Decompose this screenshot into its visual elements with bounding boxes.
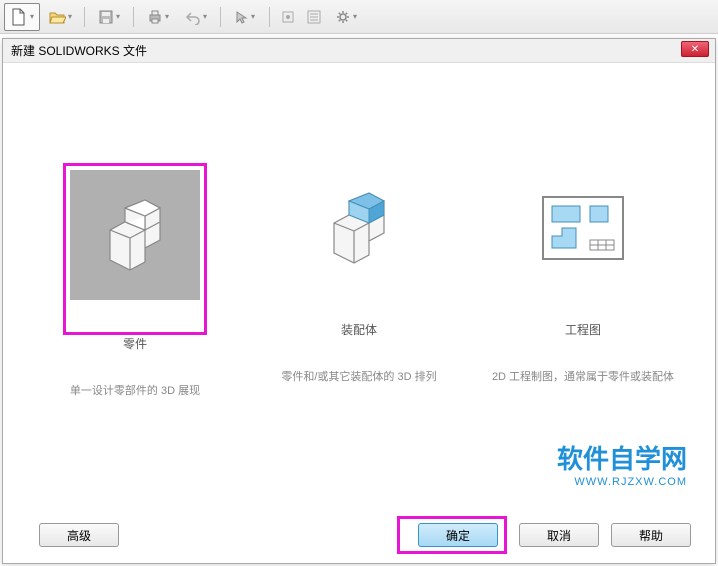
print-icon: [147, 9, 163, 25]
settings-button[interactable]: ▾: [328, 5, 364, 29]
close-icon: ✕: [691, 44, 699, 55]
new-file-dialog: 新建 SOLIDWORKS 文件 ✕ 零件 单一设计零部件的 3D 展现: [2, 38, 716, 564]
option-title: 零件: [123, 335, 147, 352]
dropdown-arrow-icon: ▾: [353, 12, 357, 21]
option-description: 2D 工程制图，通常属于零件或装配体: [492, 368, 674, 384]
save-button[interactable]: ▾: [91, 5, 127, 29]
dropdown-arrow-icon: ▾: [251, 12, 255, 21]
option-description: 单一设计零部件的 3D 展现: [70, 382, 200, 398]
option-icon-wrap: [294, 163, 424, 293]
dialog-titlebar: 新建 SOLIDWORKS 文件 ✕: [3, 39, 715, 63]
watermark-url: WWW.RJZXW.COM: [557, 476, 687, 488]
annotation-highlight: 确定: [397, 516, 507, 554]
close-button[interactable]: ✕: [681, 41, 709, 57]
open-folder-icon: [48, 8, 66, 26]
list-icon: [306, 9, 322, 25]
dropdown-arrow-icon: ▾: [116, 12, 120, 21]
dropdown-arrow-icon: ▾: [68, 12, 72, 21]
annotation-highlight: [63, 163, 207, 335]
undo-button[interactable]: ▾: [178, 5, 214, 29]
option-title: 装配体: [341, 321, 377, 338]
cancel-button[interactable]: 取消: [519, 523, 599, 547]
toolbar-separator: [220, 7, 221, 27]
part-icon: [90, 190, 180, 280]
cursor-button[interactable]: ▾: [227, 5, 263, 29]
option-title: 工程图: [565, 321, 601, 338]
ok-button[interactable]: 确定: [418, 523, 498, 547]
print-button[interactable]: ▾: [140, 5, 176, 29]
dialog-footer: 高级 确定 取消 帮助: [3, 507, 715, 563]
template-option-assembly[interactable]: 装配体 零件和/或其它装配体的 3D 排列: [264, 163, 454, 507]
rebuild-icon: [280, 9, 296, 25]
option-icon-wrap: [70, 170, 200, 300]
advanced-button[interactable]: 高级: [39, 523, 119, 547]
watermark: 软件自学网 WWW.RJZXW.COM: [557, 439, 687, 488]
option-description: 零件和/或其它装配体的 3D 排列: [281, 368, 436, 384]
template-option-part[interactable]: 零件 单一设计零部件的 3D 展现: [40, 163, 230, 507]
toolbar-separator: [84, 7, 85, 27]
new-file-icon: [10, 8, 28, 26]
undo-icon: [185, 9, 201, 25]
save-icon: [98, 9, 114, 25]
gear-icon: [335, 9, 351, 25]
dropdown-arrow-icon: ▾: [165, 12, 169, 21]
dialog-title-text: 新建 SOLIDWORKS 文件: [11, 42, 147, 59]
open-file-button[interactable]: ▾: [42, 5, 78, 29]
watermark-title: 软件自学网: [557, 439, 687, 476]
options-button[interactable]: [302, 5, 326, 29]
help-button[interactable]: 帮助: [611, 523, 691, 547]
toolbar-separator: [133, 7, 134, 27]
drawing-icon: [542, 196, 624, 260]
rebuild-button[interactable]: [276, 5, 300, 29]
app-toolbar: ▾ ▾ ▾ ▾ ▾ ▾: [0, 0, 718, 34]
cursor-icon: [235, 10, 249, 24]
dropdown-arrow-icon: ▾: [30, 12, 34, 21]
dropdown-arrow-icon: ▾: [203, 12, 207, 21]
option-icon-wrap: [518, 163, 648, 293]
toolbar-separator: [269, 7, 270, 27]
new-file-button[interactable]: ▾: [4, 3, 40, 31]
assembly-icon: [314, 183, 404, 273]
